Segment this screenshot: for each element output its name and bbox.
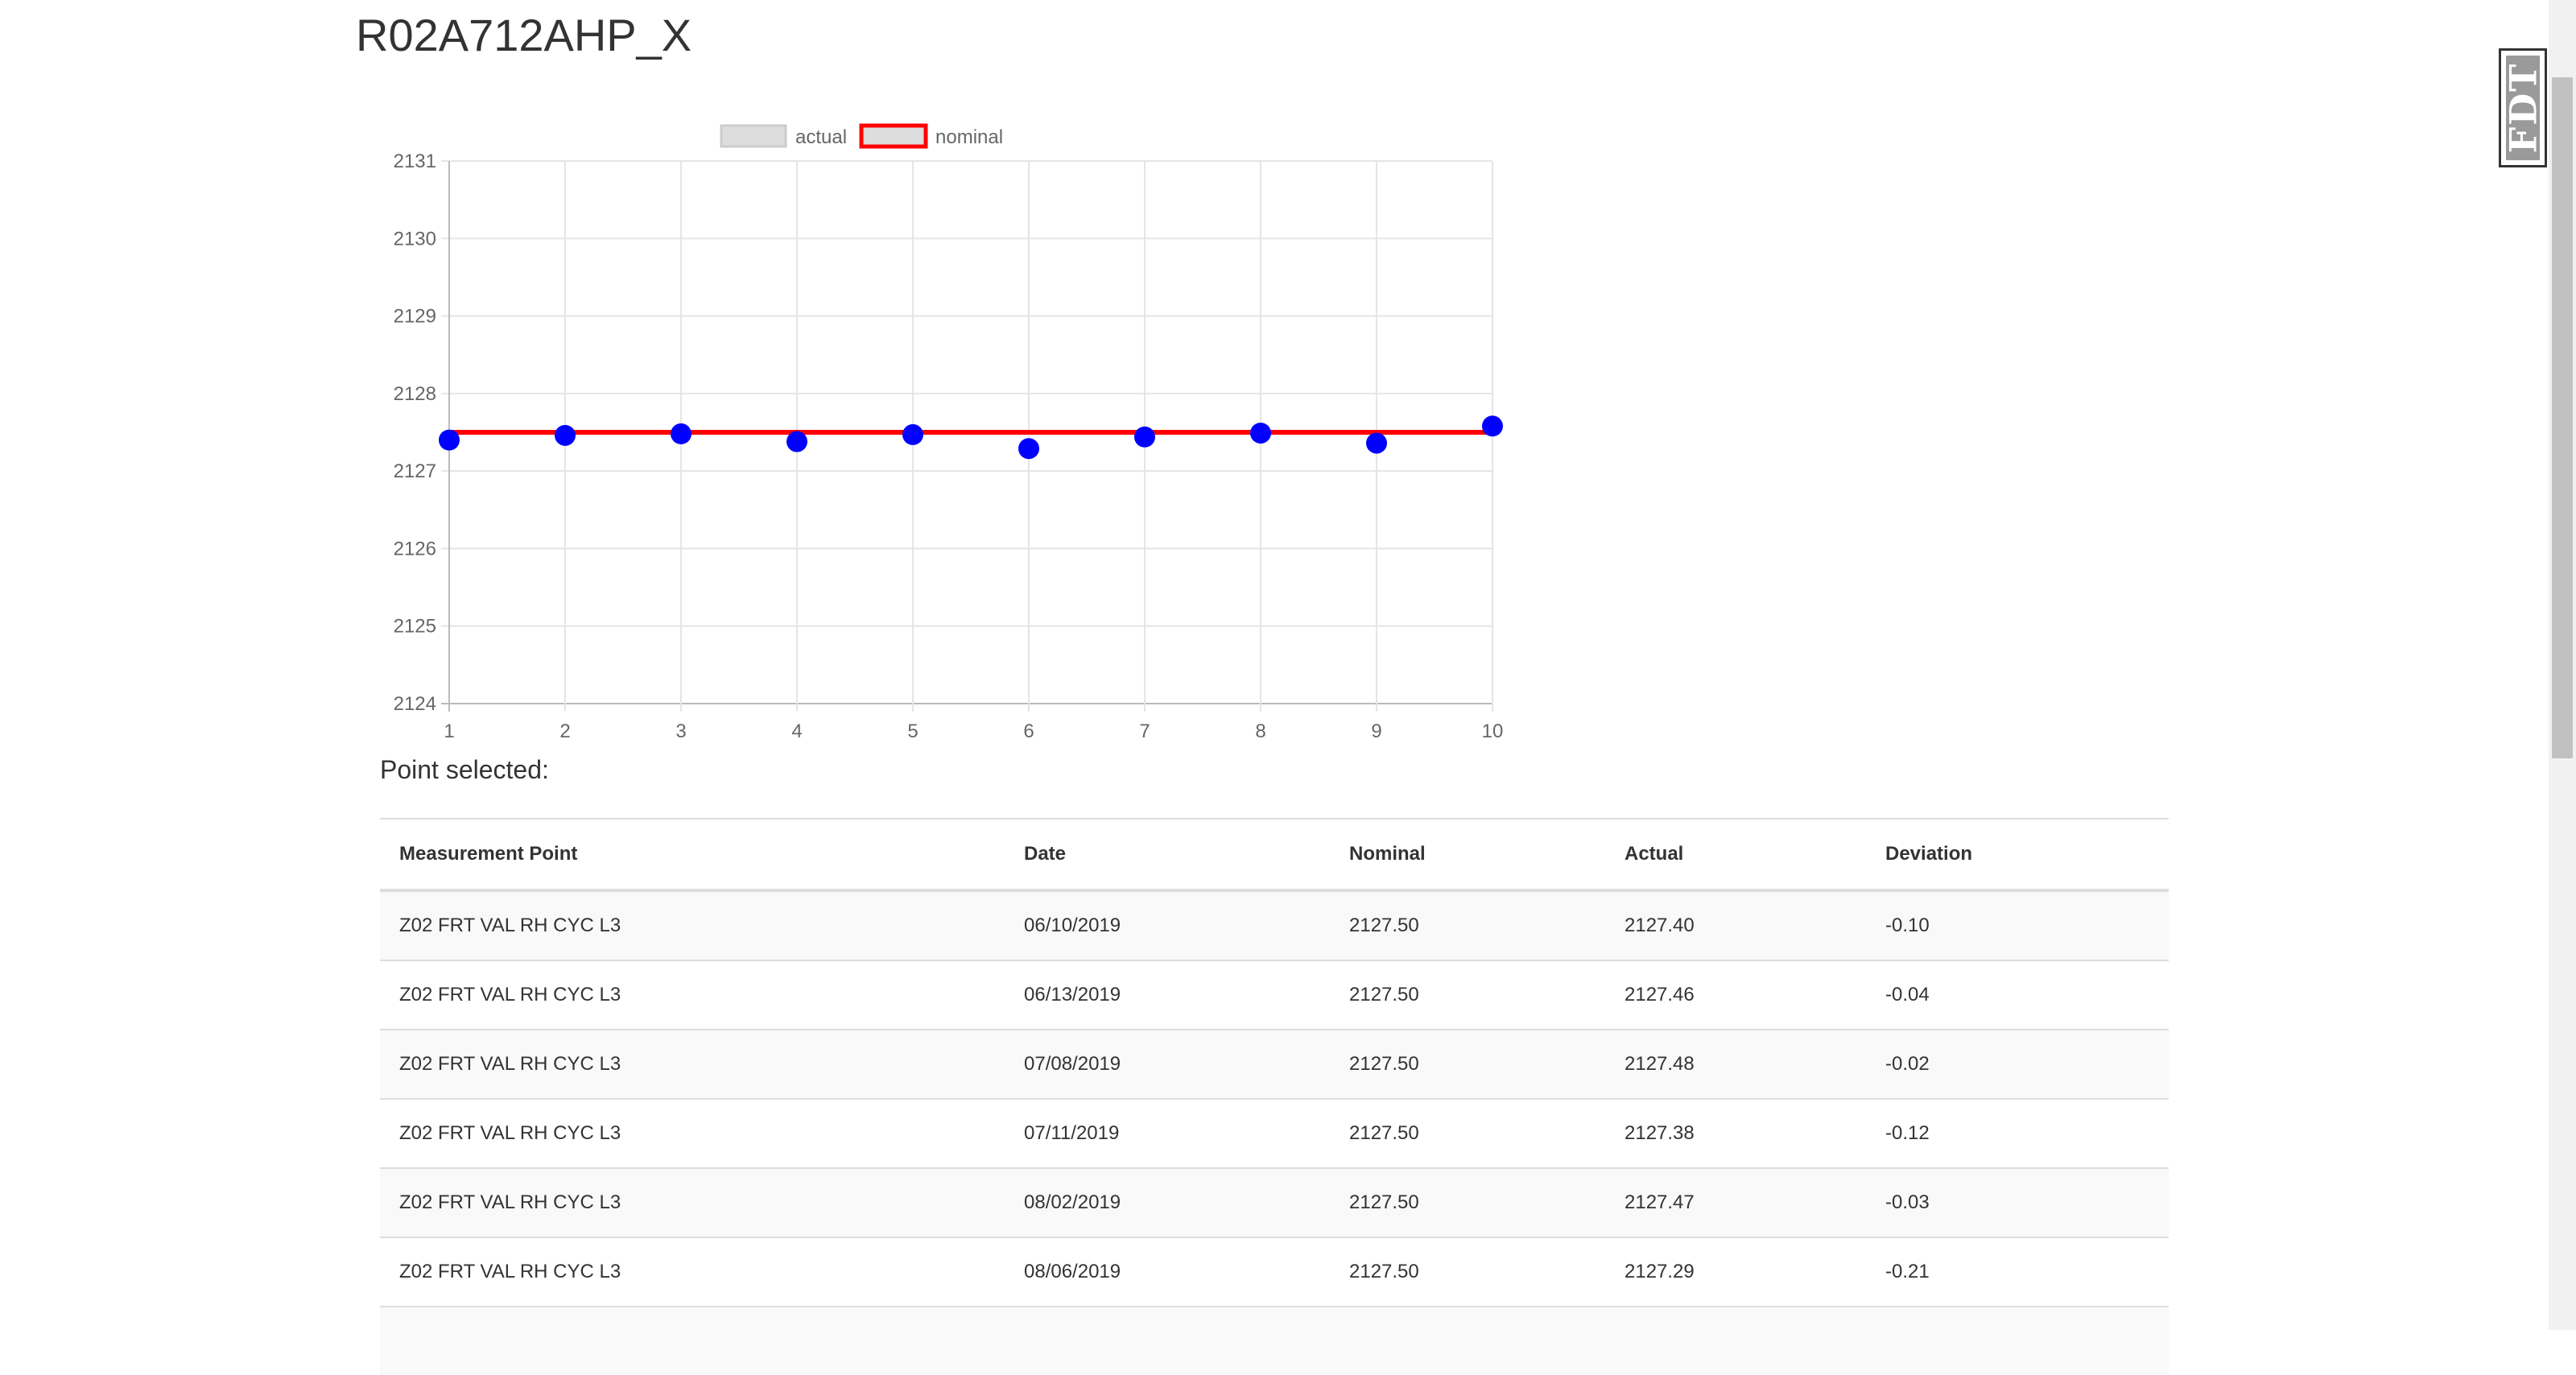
x-tick-label: 7 [1139,721,1150,741]
cell-actual [1605,1306,1866,1375]
data-point-actual[interactable] [902,423,923,445]
cell-nominal: 2127.50 [1330,890,1605,960]
table-row[interactable]: Z02 FRT VAL RH CYC L3 08/06/2019 2127.50… [380,1237,2169,1307]
cell-measurement-point: Z02 FRT VAL RH CYC L3 [380,1237,1005,1307]
cell-nominal: 2127.50 [1330,1167,1605,1237]
x-tick-label: 3 [675,721,686,741]
point-selected-label: Point selected: [380,755,549,784]
x-tick-label: 6 [1023,721,1034,741]
cell-measurement-point: Z02 FRT VAL RH CYC L3 [380,960,1005,1030]
y-tick-label: 2125 [394,616,436,638]
table-row[interactable]: Z02 FRT VAL RH CYC L3 07/11/2019 2127.50… [380,1098,2169,1168]
data-point-actual[interactable] [1134,426,1155,448]
x-tick-label: 8 [1255,721,1265,741]
fdt-logo-text: FDT [2501,62,2545,154]
data-point-actual[interactable] [786,431,807,452]
column-header-actual[interactable]: Actual [1605,818,1866,892]
cell-actual: 2127.40 [1605,890,1866,960]
cell-nominal [1330,1306,1605,1375]
vertical-scrollbar[interactable] [2549,0,2576,1330]
column-header-deviation[interactable]: Deviation [1866,818,2169,892]
cell-deviation: -0.02 [1866,1029,2169,1099]
y-tick-label: 2128 [394,383,436,405]
table-row[interactable] [380,1306,2169,1375]
cell-nominal: 2127.50 [1330,1237,1605,1307]
page-title: R02A712AHP_X [356,10,692,60]
cell-date: 08/02/2019 [1005,1167,1330,1237]
x-tick-label: 1 [444,721,454,741]
data-point-actual[interactable] [1366,432,1387,454]
y-tick-label: 2127 [394,460,436,482]
y-tick-label: 2131 [394,151,436,172]
cell-deviation: -0.10 [1866,890,2169,960]
data-point-actual[interactable] [439,429,460,451]
cell-date: 07/08/2019 [1005,1029,1330,1099]
data-point-actual[interactable] [671,423,691,444]
legend-label-actual: actual [795,126,847,148]
x-tick-label: 10 [1482,721,1504,741]
cell-date: 08/06/2019 [1005,1237,1330,1307]
cell-measurement-point: Z02 FRT VAL RH CYC L3 [380,1098,1005,1168]
table-row[interactable]: Z02 FRT VAL RH CYC L3 06/10/2019 2127.50… [380,890,2169,960]
measurement-table: Measurement Point Date Nominal Actual De… [380,818,2169,1375]
x-tick-label: 5 [907,721,918,741]
data-point-actual[interactable] [555,424,576,446]
measurement-chart[interactable]: 2124 2125 2126 2127 2128 2129 2130 2131 1 2 3 4 5 6 7 8… [370,113,1513,741]
cell-nominal: 2127.50 [1330,1029,1605,1099]
table-row[interactable]: Z02 FRT VAL RH CYC L3 08/02/2019 2127.50… [380,1167,2169,1237]
cell-date: 06/13/2019 [1005,960,1330,1030]
cell-deviation: -0.21 [1866,1237,2169,1307]
fdt-logo-background: FDT [2501,56,2545,160]
column-header-measurement-point[interactable]: Measurement Point [380,818,1005,892]
scrollbar-thumb[interactable] [2552,77,2573,758]
column-header-nominal[interactable]: Nominal [1330,818,1605,892]
y-tick-label: 2130 [394,228,436,250]
column-header-date[interactable]: Date [1005,818,1330,892]
cell-date [1005,1306,1330,1375]
chart-svg[interactable]: 2124 2125 2126 2127 2128 2129 2130 2131 1 2 3 4 5 6 7 8… [370,113,1513,741]
table-row[interactable]: Z02 FRT VAL RH CYC L3 06/13/2019 2127.50… [380,960,2169,1030]
data-point-actual[interactable] [1482,415,1503,437]
y-tick-label: 2126 [394,538,436,559]
cell-measurement-point: Z02 FRT VAL RH CYC L3 [380,890,1005,960]
cell-actual: 2127.38 [1605,1098,1866,1168]
y-tick-label: 2129 [394,306,436,328]
cell-measurement-point: Z02 FRT VAL RH CYC L3 [380,1167,1005,1237]
table-row[interactable]: Z02 FRT VAL RH CYC L3 07/08/2019 2127.50… [380,1029,2169,1099]
legend-swatch-nominal [859,123,928,149]
cell-deviation: -0.03 [1866,1167,2169,1237]
legend-swatch-actual [720,124,787,148]
cell-nominal: 2127.50 [1330,960,1605,1030]
fdt-logo-icon[interactable]: FDT [2499,48,2547,167]
data-point-actual[interactable] [1018,438,1039,460]
cell-actual: 2127.48 [1605,1029,1866,1099]
x-tick-label: 9 [1371,721,1381,741]
cell-date: 07/11/2019 [1005,1098,1330,1168]
cell-deviation [1866,1306,2169,1375]
cell-actual: 2127.46 [1605,960,1866,1030]
x-tick-label: 4 [791,721,802,741]
cell-actual: 2127.47 [1605,1167,1866,1237]
data-point-actual[interactable] [1250,422,1271,444]
y-tick-label: 2124 [394,693,436,715]
table-header-row: Measurement Point Date Nominal Actual De… [380,818,2169,892]
cell-deviation: -0.12 [1866,1098,2169,1168]
cell-actual: 2127.29 [1605,1237,1866,1307]
cell-nominal: 2127.50 [1330,1098,1605,1168]
cell-measurement-point [380,1306,1005,1375]
cell-measurement-point: Z02 FRT VAL RH CYC L3 [380,1029,1005,1099]
x-tick-label: 2 [559,721,570,741]
legend-label-nominal: nominal [935,126,1003,148]
cell-date: 06/10/2019 [1005,890,1330,960]
cell-deviation: -0.04 [1866,960,2169,1030]
